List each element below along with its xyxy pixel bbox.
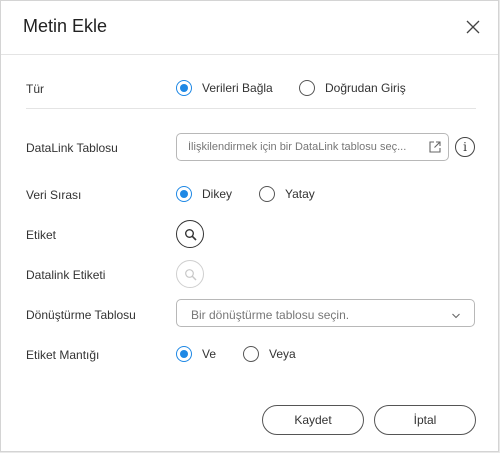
- close-icon[interactable]: [463, 17, 483, 37]
- datalink-label-label: Datalink Etiketi: [26, 268, 106, 282]
- data-order-radio-vertical[interactable]: Dikey: [176, 186, 232, 202]
- type-option-label: Doğrudan Giriş: [325, 81, 406, 95]
- radio-selected-indicator: [176, 186, 192, 202]
- label-field-label: Etiket: [26, 228, 57, 242]
- radio-indicator: [299, 80, 315, 96]
- datalink-label-search-button[interactable]: [176, 260, 204, 288]
- type-label: Tür: [26, 82, 44, 96]
- radio-indicator: [259, 186, 275, 202]
- label-logic-label: Etiket Mantığı: [26, 348, 100, 362]
- search-icon: [185, 229, 197, 241]
- data-order-radio-horizontal[interactable]: Yatay: [259, 186, 315, 202]
- radio-selected-indicator: [176, 80, 192, 96]
- datalink-table-placeholder: İlişkilendirmek için bir DataLink tablos…: [188, 141, 407, 153]
- data-order-label: Veri Sırası: [26, 188, 82, 202]
- search-icon: [185, 269, 197, 281]
- external-link-icon[interactable]: [428, 140, 442, 159]
- label-logic-radio-or[interactable]: Veya: [243, 346, 296, 362]
- conversion-table-label: Dönüştürme Tablosu: [26, 308, 136, 322]
- cancel-button[interactable]: İptal: [374, 405, 476, 435]
- conversion-table-placeholder: Bir dönüştürme tablosu seçin.: [191, 308, 350, 322]
- info-icon[interactable]: i: [455, 137, 475, 157]
- data-order-option-label: Dikey: [202, 187, 233, 201]
- type-radio-link-data[interactable]: Verileri Bağla: [176, 80, 273, 96]
- datalink-table-label: DataLink Tablosu: [26, 141, 118, 155]
- chevron-down-icon: [451, 308, 461, 326]
- info-symbol: i: [463, 140, 467, 154]
- datalink-table-input[interactable]: İlişkilendirmek için bir DataLink tablos…: [176, 133, 449, 161]
- data-order-option-label: Yatay: [285, 187, 315, 201]
- radio-indicator: [243, 346, 259, 362]
- label-logic-radio-and[interactable]: Ve: [176, 346, 216, 362]
- divider: [26, 108, 476, 109]
- dialog-title: Metin Ekle: [23, 16, 108, 36]
- add-text-dialog: Metin Ekle Tür Verileri Bağla Doğrudan G…: [0, 0, 499, 452]
- dialog-header: Metin Ekle: [1, 1, 498, 55]
- type-radio-direct-entry[interactable]: Doğrudan Giriş: [299, 80, 406, 96]
- save-button[interactable]: Kaydet: [262, 405, 364, 435]
- type-option-label: Verileri Bağla: [202, 81, 273, 95]
- label-search-button[interactable]: [176, 220, 204, 248]
- radio-selected-indicator: [176, 346, 192, 362]
- label-logic-option-label: Ve: [202, 347, 217, 361]
- conversion-table-select[interactable]: Bir dönüştürme tablosu seçin.: [176, 299, 475, 327]
- label-logic-option-label: Veya: [269, 347, 296, 361]
